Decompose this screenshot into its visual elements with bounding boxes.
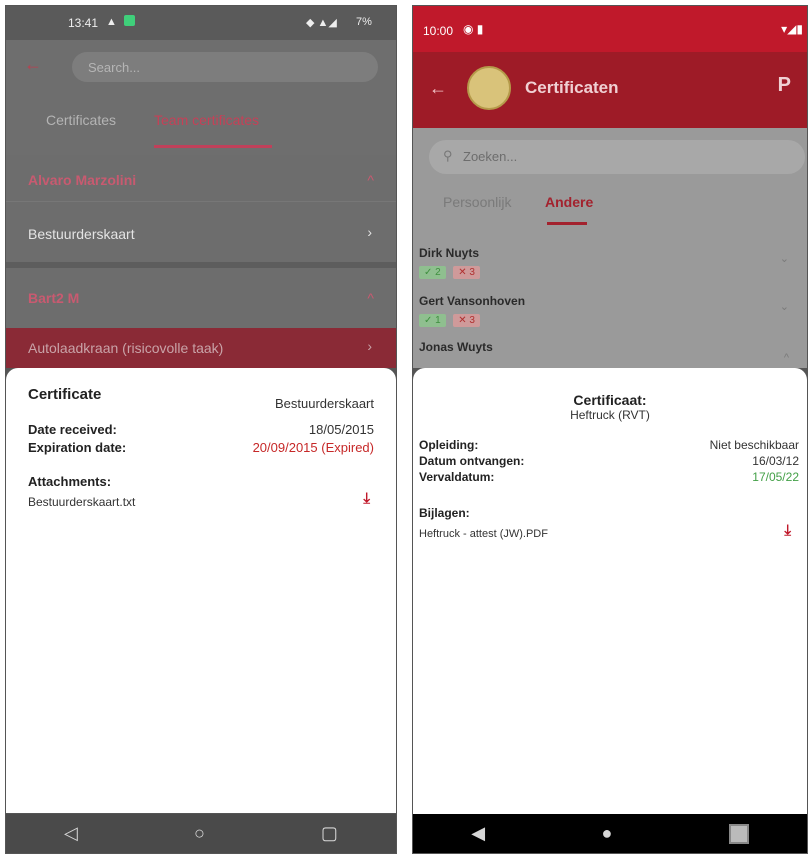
sheet-subtitle: Heftruck (RVT) bbox=[570, 408, 650, 422]
attachment-file[interactable]: Bestuurderskaart.txt bbox=[28, 495, 135, 509]
search-box[interactable]: ⚲ Zoeken... bbox=[429, 140, 805, 174]
notification-icon: ◉ ▮ bbox=[463, 22, 484, 36]
back-nav-icon[interactable]: ◁ bbox=[64, 823, 78, 844]
search-input[interactable]: Zoeken... bbox=[463, 149, 517, 164]
date-received-label: Date received: bbox=[28, 422, 117, 437]
received-value: 16/03/12 bbox=[752, 454, 799, 468]
list-item[interactable]: Bestuurderskaart › bbox=[6, 202, 396, 268]
app-bar: ← Certificaten P bbox=[413, 52, 807, 128]
attachment-file[interactable]: Heftruck - attest (JW).PDF bbox=[419, 528, 548, 540]
phone-right: 10:00 ◉ ▮ ▾◢▮ ← Certificaten P ⚲ Zoeken.… bbox=[412, 5, 808, 854]
home-nav-icon[interactable]: ● bbox=[601, 823, 612, 844]
invalid-count: 3 bbox=[469, 267, 475, 278]
header: ← Search... Certificates Team certificat… bbox=[6, 40, 396, 155]
training-value: Niet beschikbaar bbox=[709, 438, 799, 452]
certificate-name: Bestuurderskaart bbox=[275, 396, 374, 411]
status-bar: 10:00 ◉ ▮ ▾◢▮ bbox=[413, 6, 807, 52]
expiry-value: 17/05/22 bbox=[752, 470, 799, 484]
attachments-label: Bijlagen: bbox=[419, 506, 470, 520]
invalid-count-badge: ✕ 3 bbox=[453, 266, 480, 279]
status-badges: ✓ 1 ✕ 3 bbox=[419, 310, 483, 328]
chevron-down-icon[interactable]: ⌄ bbox=[780, 252, 789, 265]
status-time: 10:00 bbox=[423, 24, 454, 38]
person-header[interactable]: Alvaro Marzolini ^ bbox=[6, 155, 396, 202]
chevron-up-icon[interactable]: ^ bbox=[784, 352, 789, 364]
chevron-down-icon[interactable]: ⌄ bbox=[780, 300, 789, 313]
back-arrow-icon[interactable]: ← bbox=[24, 54, 42, 75]
back-arrow-icon[interactable]: ← bbox=[429, 78, 447, 99]
battery-level: 7% bbox=[356, 16, 372, 28]
phone-left: 13:41 ▲ ◆ ▲◢ 7% ← Search... Certificates… bbox=[5, 5, 397, 854]
person-name: Alvaro Marzolini bbox=[28, 172, 137, 188]
status-badges: ✓ 2 ✕ 3 bbox=[419, 262, 483, 280]
valid-count-badge: ✓ 2 bbox=[419, 266, 446, 279]
list-item-label: Bestuurderskaart bbox=[28, 226, 135, 242]
recents-nav-icon[interactable]: ▢ bbox=[321, 823, 338, 844]
tab-andere[interactable]: Andere bbox=[545, 194, 593, 210]
chevron-right-icon: › bbox=[367, 338, 372, 354]
back-nav-icon[interactable]: ◀ bbox=[471, 823, 485, 844]
person-name: Gert Vansonhoven bbox=[419, 294, 526, 308]
recents-nav-icon[interactable] bbox=[728, 823, 749, 844]
list-item-selected[interactable]: Autolaadkraan (risicovolle taak) › bbox=[6, 328, 396, 368]
expiration-label: Expiration date: bbox=[28, 440, 127, 455]
search-icon: ⚲ bbox=[443, 148, 453, 163]
person-name: Jonas Wuyts bbox=[419, 340, 493, 354]
status-bar: 13:41 ▲ ◆ ▲◢ 7% bbox=[6, 6, 396, 40]
sheet-title: Certificaat: bbox=[573, 392, 647, 408]
expiration-value: 20/09/2015 (Expired) bbox=[252, 440, 374, 455]
tab-indicator bbox=[154, 145, 272, 148]
expiry-label: Vervaldatum: bbox=[419, 470, 495, 484]
nav-bar: ◁ ○ ▢ bbox=[6, 814, 396, 853]
avatar[interactable] bbox=[467, 66, 511, 110]
valid-count: 1 bbox=[435, 315, 441, 326]
list-item-label: Autolaadkraan (risicovolle taak) bbox=[28, 340, 224, 356]
tab-persoonlijk[interactable]: Persoonlijk bbox=[443, 194, 511, 210]
date-received-value: 18/05/2015 bbox=[308, 422, 374, 437]
app-title: Certificaten bbox=[525, 78, 619, 97]
chevron-up-icon: ^ bbox=[367, 290, 374, 306]
notification-icon: ▲ bbox=[106, 16, 117, 28]
attachments-label: Attachments: bbox=[28, 474, 112, 489]
signal-icons: ◆ ▲◢ bbox=[306, 17, 337, 29]
nav-bar: ◀ ● bbox=[413, 814, 807, 853]
person-name: Bart2 M bbox=[28, 290, 80, 306]
person-name: Dirk Nuyts bbox=[419, 246, 480, 260]
valid-count-badge: ✓ 1 bbox=[419, 314, 446, 327]
person-header[interactable]: Bart2 M ^ bbox=[6, 268, 396, 316]
team-list: Alvaro Marzolini ^ Bestuurderskaart › Ba… bbox=[6, 155, 396, 368]
app-notification-icon bbox=[124, 15, 135, 26]
search-area: ⚲ Zoeken... Persoonlijk Andere Dirk Nuyt… bbox=[413, 128, 807, 368]
search-box[interactable]: Search... bbox=[72, 52, 378, 82]
home-nav-icon[interactable]: ○ bbox=[194, 823, 205, 844]
download-icon[interactable]: ⤓ bbox=[363, 490, 370, 507]
download-icon[interactable]: ⤓ bbox=[784, 522, 791, 539]
certificate-sheet: Certificate Bestuurderskaart Date receiv… bbox=[6, 368, 396, 813]
tab-indicator bbox=[547, 222, 587, 225]
logo-icon: P bbox=[777, 74, 791, 96]
certificate-sheet: Certificaat: Heftruck (RVT) Opleiding: N… bbox=[413, 368, 807, 816]
sheet-title: Certificate bbox=[28, 386, 102, 403]
chevron-right-icon: › bbox=[367, 224, 372, 240]
received-label: Datum ontvangen: bbox=[419, 454, 525, 468]
chevron-up-icon: ^ bbox=[367, 172, 374, 188]
status-time: 13:41 bbox=[68, 16, 99, 30]
training-label: Opleiding: bbox=[419, 438, 479, 452]
invalid-count-badge: ✕ 3 bbox=[453, 314, 480, 327]
valid-count: 2 bbox=[435, 267, 441, 278]
signal-icons: ▾◢▮ bbox=[781, 22, 803, 36]
tab-team-certificates[interactable]: Team certificates bbox=[154, 112, 259, 128]
search-input[interactable]: Search... bbox=[88, 60, 140, 75]
invalid-count: 3 bbox=[469, 315, 475, 326]
tab-certificates[interactable]: Certificates bbox=[46, 112, 116, 128]
